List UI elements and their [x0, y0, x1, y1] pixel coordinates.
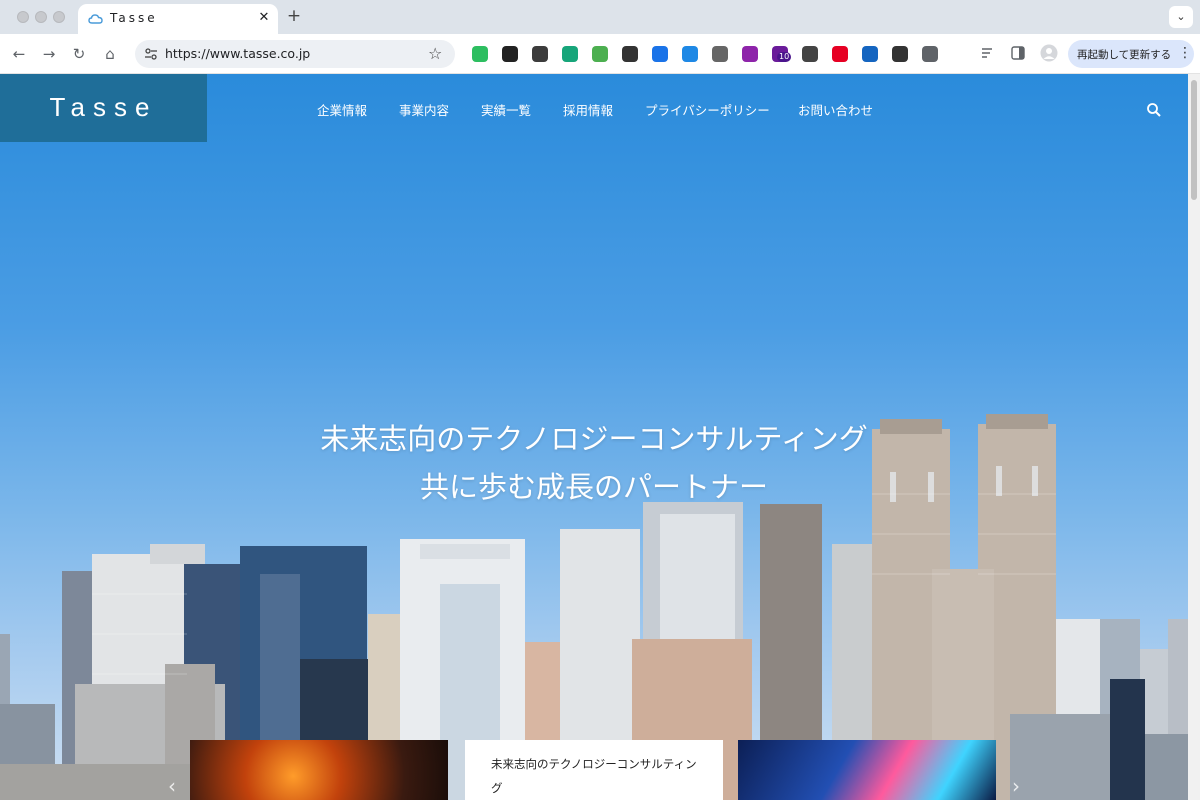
site-settings-icon[interactable] — [143, 46, 159, 62]
extension-amazon-icon[interactable] — [502, 46, 518, 62]
update-label: 再起動して更新する — [1077, 49, 1172, 61]
extension-puzzle-chart-icon[interactable] — [742, 46, 758, 62]
reading-list-icon[interactable] — [980, 45, 996, 61]
forward-button[interactable]: → — [38, 43, 60, 65]
close-window-button[interactable] — [17, 11, 29, 23]
tab-title: Tasse — [110, 11, 158, 25]
address-bar[interactable]: https://www.tasse.co.jp ☆ — [135, 40, 455, 68]
extension-window-blue-icon[interactable] — [862, 46, 878, 62]
slide-card-text[interactable]: 未来志向のテクノロジーコンサルティング — [465, 740, 723, 800]
side-panel-icon[interactable] — [1010, 45, 1026, 61]
extension-layout-icon[interactable] — [892, 46, 908, 62]
extension-puzzle-icon[interactable] — [922, 46, 938, 62]
extension-blue-badge-icon[interactable] — [652, 46, 668, 62]
hero-heading-line-2: 共に歩む成長のパートナー — [419, 470, 768, 504]
cloud-favicon-icon — [88, 14, 103, 24]
site-logo[interactable]: Tasse — [0, 74, 207, 142]
extension-clover-icon[interactable] — [592, 46, 608, 62]
slider-prev-icon[interactable]: ‹ — [168, 774, 176, 798]
browser-menu-icon[interactable]: ⋮ — [1178, 45, 1192, 61]
extension-camera-icon[interactable] — [712, 46, 728, 62]
extension-evernote-icon[interactable] — [472, 46, 488, 62]
reload-button[interactable]: ↻ — [68, 43, 90, 65]
hero-heading-line-1: 未来志向のテクノロジーコンサルティング — [320, 422, 868, 456]
tab-bar: Tasse ✕ + ⌄ — [0, 0, 1200, 34]
nav-link-business[interactable]: 事業内容 — [399, 100, 449, 119]
nav-link-contact[interactable]: お問い合わせ — [798, 100, 873, 119]
extension-rw-icon[interactable] — [802, 46, 818, 62]
search-icon[interactable] — [1146, 102, 1162, 118]
nav-link-works[interactable]: 実績一覧 — [481, 100, 531, 119]
back-button[interactable]: ← — [8, 43, 30, 65]
browser-tab-active[interactable]: Tasse ✕ — [78, 4, 278, 34]
slide-card-image-fire[interactable] — [190, 740, 448, 800]
extension-dots-icon[interactable] — [532, 46, 548, 62]
extension-s-swirl-icon[interactable] — [682, 46, 698, 62]
page-scrollbar[interactable] — [1188, 74, 1200, 800]
nav-link-recruit[interactable]: 採用情報 — [563, 100, 613, 119]
zoom-window-button[interactable] — [53, 11, 65, 23]
minimize-window-button[interactable] — [35, 11, 47, 23]
restart-to-update-button[interactable]: 再起動して更新する ⋮ — [1068, 40, 1194, 68]
slide-card-image-tech[interactable] — [738, 740, 996, 800]
profile-avatar-icon[interactable] — [1040, 44, 1058, 62]
slider-next-icon[interactable]: › — [1012, 774, 1020, 798]
extension-mask-icon[interactable] — [622, 46, 638, 62]
page-viewport: Tasse 企業情報 事業内容 実績一覧 採用情報 プライバシーポリシー お問い… — [0, 74, 1188, 800]
browser-toolbar: ← → ↻ ⌂ https://www.tasse.co.jp ☆ 10 再起動… — [0, 34, 1200, 74]
nav-link-privacy[interactable]: プライバシーポリシー — [645, 100, 770, 119]
logo-text: Tasse — [49, 92, 158, 122]
scrollbar-thumb[interactable] — [1191, 80, 1197, 200]
extension-pinterest-icon[interactable] — [832, 46, 848, 62]
new-tab-button[interactable]: + — [285, 6, 303, 26]
extension-badge-count: 10 — [777, 52, 792, 62]
tab-close-icon[interactable]: ✕ — [256, 10, 272, 25]
home-button[interactable]: ⌂ — [99, 43, 121, 65]
extension-aqua-a-icon[interactable] — [562, 46, 578, 62]
bookmark-star-icon[interactable]: ☆ — [428, 44, 442, 63]
tab-search-chevron-icon[interactable]: ⌄ — [1169, 6, 1193, 28]
extension-house-10-icon[interactable]: 10 — [772, 46, 792, 62]
url-text[interactable]: https://www.tasse.co.jp — [165, 46, 310, 61]
nav-link-company[interactable]: 企業情報 — [317, 100, 367, 119]
slide-card-caption: 未来志向のテクノロジーコンサルティング — [491, 757, 697, 795]
